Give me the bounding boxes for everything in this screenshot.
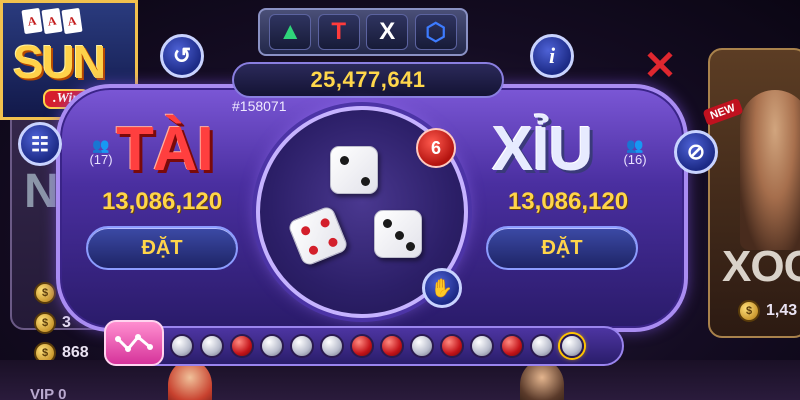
die-pip (361, 177, 370, 186)
history-dot-tai (230, 334, 254, 358)
round-id: #158071 (232, 98, 287, 114)
vip-label: VIP 0 (30, 386, 67, 400)
mute-icon: ⊘ (686, 139, 706, 164)
history-dot-xiu (560, 334, 584, 358)
tab-triangle[interactable]: ▲ (269, 14, 312, 50)
coin-icon: $ (738, 300, 760, 322)
history-dot-xiu (260, 334, 284, 358)
history-dot-tai (440, 334, 464, 358)
trend-chart-button[interactable] (104, 320, 164, 366)
die (374, 210, 422, 258)
result-history (104, 326, 624, 366)
tab-hexagon[interactable]: ⬡ (414, 14, 457, 50)
die-pip (319, 217, 331, 229)
history-dot-tai (350, 334, 374, 358)
hand-toggle-button[interactable]: ✋ (422, 268, 462, 308)
coin-icon: $ (34, 312, 56, 334)
history-dot-xiu (200, 334, 224, 358)
hand-icon: ✋ (430, 277, 454, 298)
history-dot-tai (380, 334, 404, 358)
history-dot-xiu (170, 334, 194, 358)
lobby-card-left-label: N (24, 165, 59, 218)
xiu-title: XỈU (492, 115, 593, 184)
info-icon: i (548, 43, 556, 68)
die-pip (383, 219, 392, 228)
xiu-bet-button[interactable]: ĐẶT (486, 226, 638, 270)
history-dot-tai (500, 334, 524, 358)
die-pip (340, 156, 349, 165)
die-pip (406, 242, 415, 251)
game-mode-tabs: ▲ T X ⬡ (258, 8, 468, 56)
die (330, 146, 378, 194)
rules-button[interactable]: ☷ (18, 122, 62, 166)
hexagon-icon: ⬡ (425, 18, 447, 46)
tai-players: 👥 (17) (86, 138, 116, 167)
close-button[interactable]: ✕ (640, 46, 680, 88)
info-button[interactable]: i (530, 34, 574, 78)
mute-button[interactable]: ⊘ (674, 130, 718, 174)
x-letter-icon: X (379, 18, 396, 45)
coin-icon: $ (34, 282, 56, 304)
history-button[interactable]: ↺ (160, 34, 204, 78)
clipboard-icon: ☷ (31, 133, 49, 156)
history-icon: ↺ (172, 43, 192, 68)
history-dot-xiu (470, 334, 494, 358)
people-icon: 👥 (626, 137, 644, 153)
history-dot-xiu (410, 334, 434, 358)
lobby-bottom-strip (0, 360, 800, 400)
t-letter-icon: T (331, 18, 347, 45)
lobby-coin-row: $ 3 (34, 312, 71, 334)
playing-cards-icon: AAA (21, 7, 83, 35)
dice-total-badge: 6 (416, 128, 456, 168)
die-pip (327, 236, 339, 249)
jackpot-amount: 25,477,641 (232, 62, 504, 98)
history-dot-xiu (290, 334, 314, 358)
xiu-player-count: (16) (623, 152, 647, 167)
tai-bet-button[interactable]: ĐẶT (86, 226, 238, 270)
tai-player-count: (17) (89, 152, 113, 167)
lobby-game-card-xoc[interactable]: XOC (708, 48, 800, 338)
triangle-icon: ▲ (278, 18, 303, 45)
dealer-portrait (740, 90, 800, 250)
history-dot-xiu (530, 334, 554, 358)
history-dot-xiu (320, 334, 344, 358)
people-icon: 👥 (92, 137, 110, 153)
die-pip (299, 224, 312, 237)
lobby-coin-row: $ 1,43 (738, 300, 797, 322)
logo-text: SUN (13, 36, 106, 88)
tab-x[interactable]: X (366, 14, 409, 50)
die-pip (394, 230, 404, 240)
trend-chart-icon (115, 334, 153, 352)
tab-t[interactable]: T (317, 14, 360, 50)
lobby-card-right-label: XOC (722, 242, 800, 291)
tai-total-bet: 13,086,120 (101, 188, 223, 215)
die-pip (307, 244, 320, 257)
xiu-players: 👥 (16) (620, 138, 650, 167)
xiu-total-bet: 13,086,120 (507, 188, 629, 215)
close-icon: ✕ (643, 44, 677, 88)
tai-title: TÀI (116, 115, 214, 184)
